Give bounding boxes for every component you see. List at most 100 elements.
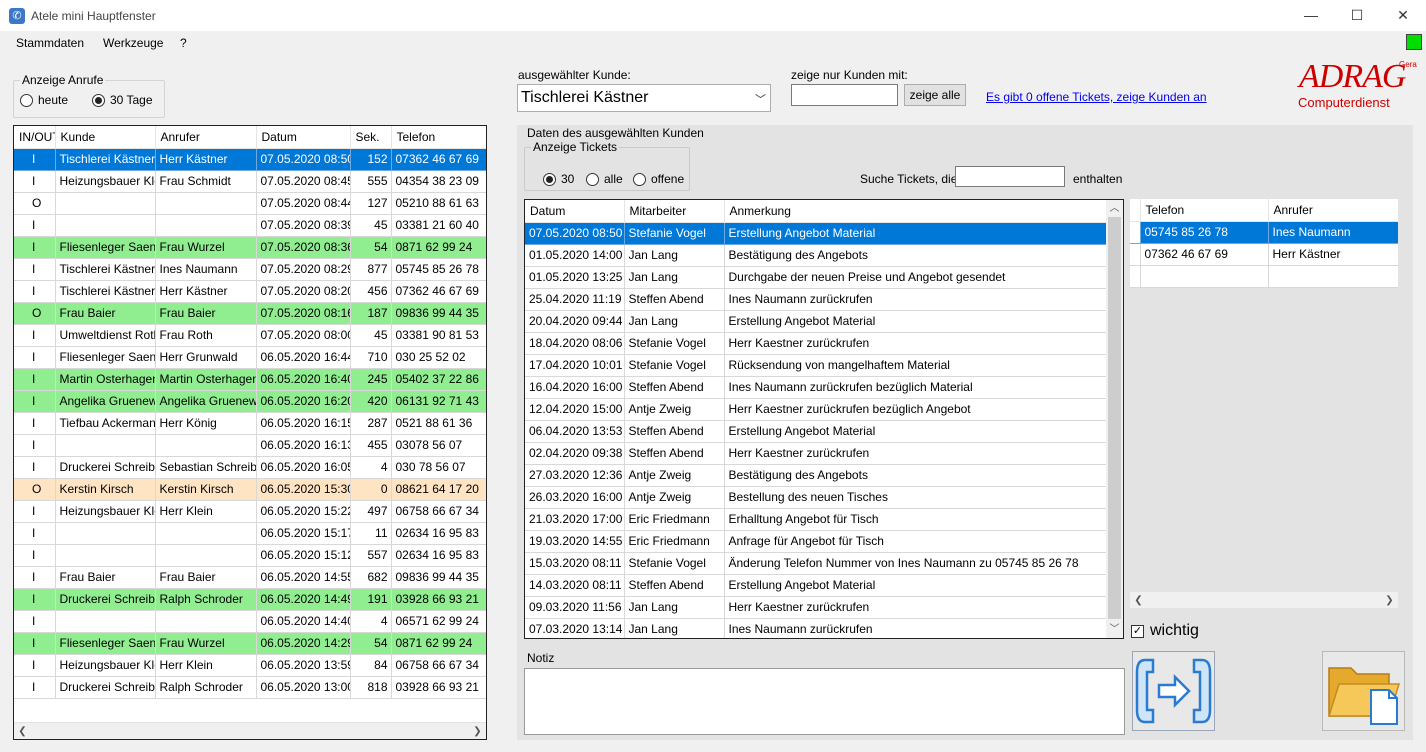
tickets-table[interactable]: Datum Mitarbeiter Anmerkung 07.05.2020 0… [524, 199, 1124, 639]
ticket-row[interactable]: 20.04.2020 09:44 Jan Lang Erstellung Angeb… [525, 310, 1108, 333]
close-button[interactable]: ✕ [1380, 0, 1426, 31]
table-row[interactable]: O Kerstin Kirsch Kerstin Kirsch 06.05.2020 … [14, 478, 486, 501]
scroll-right-icon[interactable]: ❯ [469, 723, 486, 739]
column-header-anmerkung[interactable]: Anmerkung [724, 200, 1108, 223]
table-row[interactable]: I Tischlerei Kästner Herr Kästner 07.05.202… [14, 280, 486, 303]
wichtig-checkbox[interactable]: ✓ [1131, 625, 1144, 638]
row-header-cell[interactable] [1130, 221, 1141, 244]
ticket-row[interactable]: 19.03.2020 14:55 Eric Friedmann Anfrage fü… [525, 530, 1108, 553]
show-all-button[interactable]: zeige alle [904, 84, 966, 106]
table-row[interactable]: I 06.05.2020 14:40 4 06571 62 99 24 [14, 610, 486, 633]
ticket-row[interactable]: 07.05.2020 08:50 Stefanie Vogel Erstellung… [525, 222, 1108, 245]
maximize-button[interactable]: ☐ [1334, 0, 1380, 31]
table-row[interactable]: IHeizungsbauer KleinHerr Klein06.05.2020… [14, 500, 486, 523]
phone-row[interactable] [1130, 265, 1398, 288]
table-row[interactable]: IFliesenleger SaengerFrau Wurzel07.05.20… [14, 236, 486, 259]
phones-table[interactable]: Telefon Anrufer 05745 85 26 78 Ines Nauma… [1130, 199, 1398, 609]
column-header-phone-anrufer[interactable]: Anrufer [1268, 199, 1398, 222]
table-row[interactable]: I 06.05.2020 16:13 455 03078 56 07 [14, 434, 486, 457]
ticket-row[interactable]: 17.04.2020 10:01 Stefanie Vogel Rücksendun… [525, 354, 1108, 377]
radio-tickets-offene[interactable]: offene [633, 172, 684, 186]
column-header-datum[interactable]: Datum [256, 126, 351, 149]
minimize-button[interactable]: — [1288, 0, 1334, 31]
table-row[interactable]: I Druckerei Schreiber Ralph Schroder 06.05.… [14, 588, 486, 611]
table-row[interactable]: IAngelika GruenewaldAngelika Gruenewald0… [14, 390, 486, 413]
table-row[interactable]: IFliesenleger SaengerHerr Grunwald06.05.… [14, 346, 486, 369]
scroll-down-icon[interactable]: ﹀ [1106, 621, 1123, 638]
table-row[interactable]: O 07.05.2020 08:44 127 05210 88 61 63 [14, 192, 486, 215]
phones-scroll-right-icon[interactable]: ❯ [1381, 592, 1398, 609]
radio-tickets-30-dot[interactable] [543, 172, 556, 186]
menu-help[interactable]: ? [180, 36, 187, 50]
call-transfer-button[interactable] [1132, 651, 1215, 731]
ticket-row[interactable]: 26.03.2020 16:00 Antje Zweig Bestellung de… [525, 486, 1108, 509]
table-row[interactable]: IDruckerei SchreiberSebastian Schreiber0… [14, 456, 486, 479]
ticket-row[interactable]: 12.04.2020 15:00 Antje Zweig Herr Kaestner… [525, 398, 1108, 421]
column-header-phone-telefon[interactable]: Telefon [1140, 199, 1269, 222]
calls-horizontal-scrollbar[interactable]: ❮ ❯ [14, 722, 486, 739]
table-row[interactable]: I 06.05.2020 15:12 557 02634 16 95 83 [14, 544, 486, 567]
phones-horizontal-scrollbar[interactable]: ❮ ❯ [1130, 591, 1398, 608]
notiz-textarea[interactable] [524, 668, 1125, 735]
table-row[interactable]: I 07.05.2020 08:39 45 03381 21 60 40 [14, 214, 486, 237]
calls-table[interactable]: IN/OUT Kunde Anrufer Datum Sek. Telefon … [13, 125, 487, 740]
table-row[interactable]: IHeizungsbauer KleinHerr Klein06.05.2020… [14, 654, 486, 677]
ticket-row[interactable]: 27.03.2020 12:36 Antje Zweig Bestätigung d… [525, 464, 1108, 487]
table-row[interactable]: I Frau Baier Frau Baier 06.05.2020 14:55 682… [14, 566, 486, 589]
tickets-scroll-thumb[interactable] [1108, 217, 1121, 619]
table-row[interactable]: I Martin Osterhagen Martin Osterhagen 06.05… [14, 368, 486, 391]
table-row[interactable]: I Druckerei Schreiber Ralph Schroder 06.05.… [14, 676, 486, 699]
column-header-inout[interactable]: IN/OUT [14, 126, 56, 149]
open-tickets-link[interactable]: Es gibt 0 offene Tickets, zeige Kunden a… [986, 90, 1207, 104]
row-header-cell[interactable] [1130, 243, 1141, 266]
table-row[interactable]: I Tischlerei Kästner Ines Naumann 07.05.202… [14, 258, 486, 281]
column-header-anrufer[interactable]: Anrufer [155, 126, 257, 149]
phone-row[interactable]: 05745 85 26 78 Ines Naumann [1130, 221, 1398, 244]
ticket-row[interactable]: 02.04.2020 09:38 Steffen Abend Herr Kaestn… [525, 442, 1108, 465]
scroll-left-icon[interactable]: ❮ [14, 723, 31, 739]
column-header-telefon[interactable]: Telefon [391, 126, 486, 149]
ticket-row[interactable]: 07.03.2020 13:14 Jan Lang Ines Naumann zur… [525, 618, 1108, 638]
radio-tickets-alle[interactable]: alle [586, 172, 623, 186]
radio-tickets-30[interactable]: 30 [543, 172, 574, 186]
table-row[interactable]: I 06.05.2020 15:17 11 02634 16 95 83 [14, 522, 486, 545]
customer-select[interactable]: Tischlerei Kästner ﹀ [517, 84, 771, 112]
radio-tickets-offene-dot[interactable] [633, 172, 646, 186]
menu-werkzeuge[interactable]: Werkzeuge [103, 36, 163, 50]
ticket-row[interactable]: 15.03.2020 08:11 Stefanie Vogel Änderung T… [525, 552, 1108, 575]
table-row[interactable]: I Tischlerei Kästner Herr Kästner 07.05.202… [14, 148, 486, 171]
chevron-down-icon[interactable]: ﹀ [755, 91, 766, 107]
ticket-row[interactable]: 21.03.2020 17:00 Eric Friedmann Erhalltung… [525, 508, 1108, 531]
ticket-row[interactable]: 25.04.2020 11:19 Steffen Abend Ines Nauman… [525, 288, 1108, 311]
radio-heute[interactable]: heute [20, 93, 68, 107]
ticket-row[interactable]: 01.05.2020 14:00 Jan Lang Bestätigung des … [525, 244, 1108, 267]
menu-stammdaten[interactable]: Stammdaten [16, 36, 84, 50]
radio-30-tage[interactable]: 30 Tage [92, 93, 153, 107]
radio-heute-dot[interactable] [20, 93, 33, 107]
row-header-cell[interactable] [1130, 265, 1141, 288]
column-header-mitarbeiter[interactable]: Mitarbeiter [624, 200, 725, 223]
ticket-row[interactable]: 14.03.2020 08:11 Steffen Abend Erstellung … [525, 574, 1108, 597]
column-header-ticket-datum[interactable]: Datum [525, 200, 625, 223]
phones-scroll-left-icon[interactable]: ❮ [1130, 592, 1147, 609]
ticket-search-input[interactable] [955, 166, 1065, 187]
table-row[interactable]: IHeizungsbauer KleinFrau Schmidt07.05.20… [14, 170, 486, 193]
column-header-kunde[interactable]: Kunde [55, 126, 156, 149]
table-row[interactable]: I Umweltdienst Roth Frau Roth 07.05.2020 08… [14, 324, 486, 347]
column-header-sek[interactable]: Sek. [350, 126, 392, 149]
table-row[interactable]: IFliesenleger SaengerFrau Wurzel06.05.20… [14, 632, 486, 655]
ticket-row[interactable]: 16.04.2020 16:00 Steffen Abend Ines Nauman… [525, 376, 1108, 399]
tickets-vertical-scrollbar[interactable]: ︿ ﹀ [1106, 200, 1123, 638]
phone-row[interactable]: 07362 46 67 69 Herr Kästner [1130, 243, 1398, 266]
scroll-up-icon[interactable]: ︿ [1106, 200, 1123, 217]
table-row[interactable]: I Tiefbau Ackermann Herr König 06.05.2020 1… [14, 412, 486, 435]
ticket-row[interactable]: 01.05.2020 13:25 Jan Lang Durchgabe der ne… [525, 266, 1108, 289]
radio-tickets-alle-dot[interactable] [586, 172, 599, 186]
table-row[interactable]: O Frau Baier Frau Baier 07.05.2020 08:16 187… [14, 302, 486, 325]
ticket-row[interactable]: 06.04.2020 13:53 Steffen Abend Erstellung … [525, 420, 1108, 443]
radio-30-tage-dot[interactable] [92, 93, 105, 107]
ticket-row[interactable]: 18.04.2020 08:06 Stefanie Vogel Herr Kaest… [525, 332, 1108, 355]
ticket-row[interactable]: 09.03.2020 11:56 Jan Lang Herr Kaestner zu… [525, 596, 1108, 619]
open-folder-button[interactable] [1322, 651, 1405, 731]
customer-filter-input[interactable] [791, 84, 898, 106]
